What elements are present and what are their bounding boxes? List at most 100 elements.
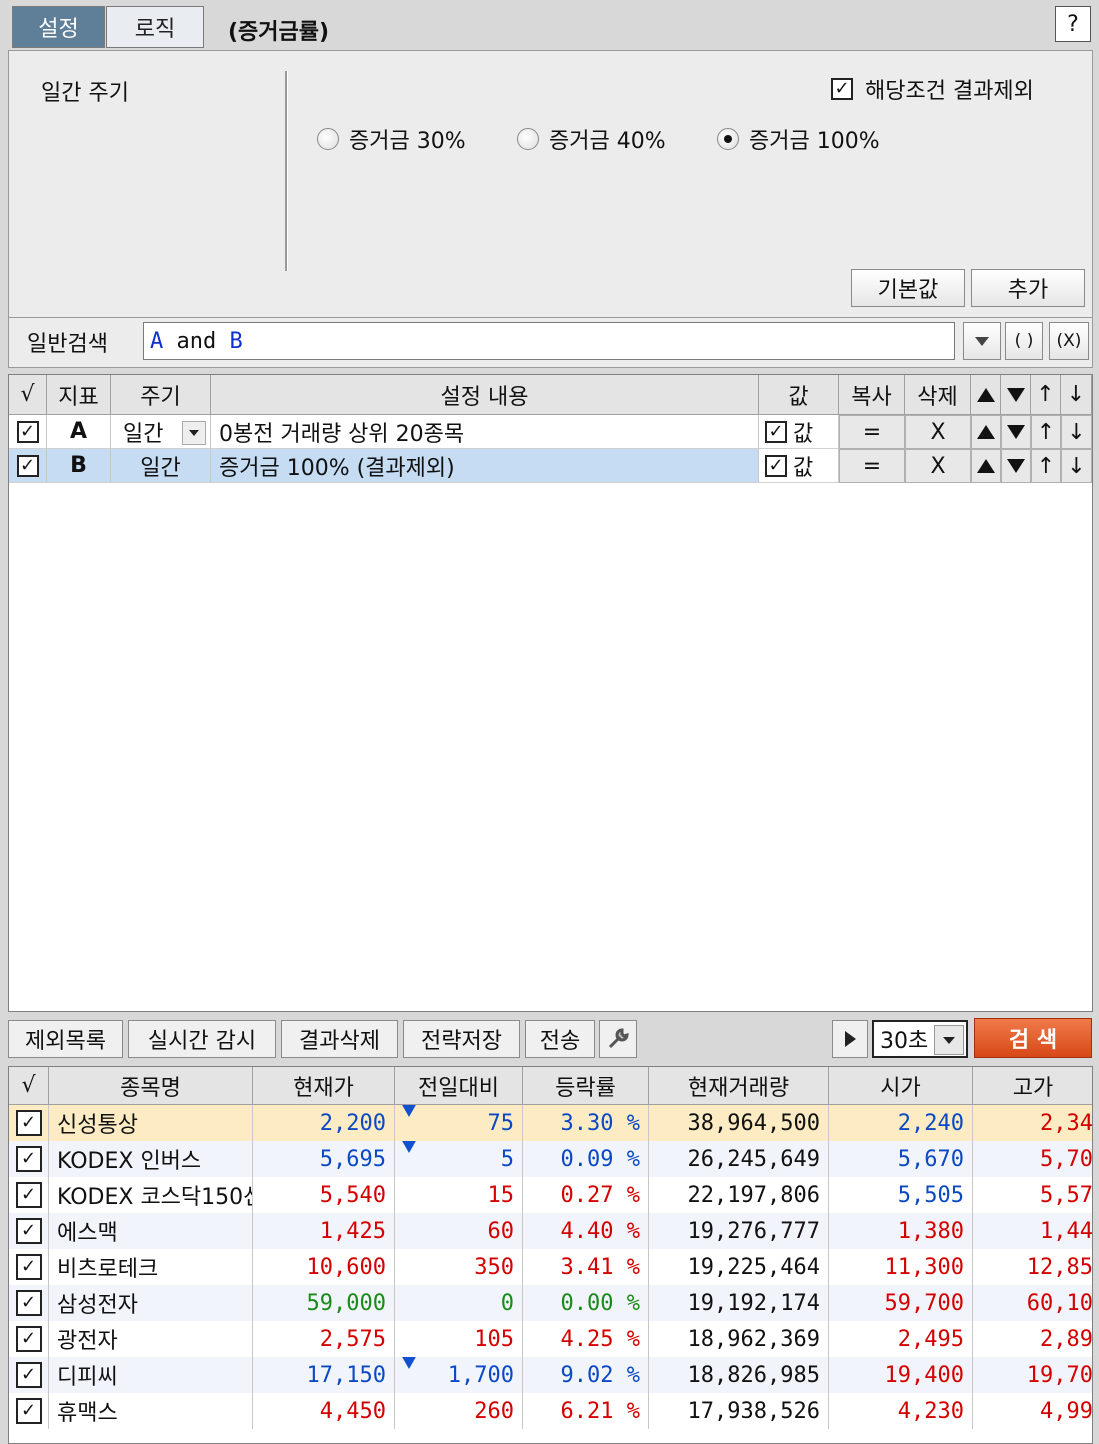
- col-check-header: √: [9, 1067, 49, 1105]
- col-high-header[interactable]: 고가: [973, 1067, 1092, 1105]
- tab-settings[interactable]: 설정: [12, 6, 105, 48]
- period-cell[interactable]: 일간: [111, 449, 211, 483]
- row-checkbox[interactable]: ✓: [9, 1285, 49, 1321]
- delete-button[interactable]: X: [905, 449, 971, 483]
- clear-paren-button[interactable]: (X): [1049, 322, 1089, 360]
- delete-results-button[interactable]: 결과삭제: [281, 1020, 398, 1058]
- change-rate: 0.00 %: [523, 1285, 649, 1321]
- condition-row[interactable]: ✓ A 일간 0봉전 거래량 상위 20종목 ✓ 값 = X ↑ ↓: [9, 415, 1092, 449]
- paren-button[interactable]: ( ): [1005, 322, 1043, 360]
- col-volume-header[interactable]: 현재거래량: [649, 1067, 829, 1105]
- checkbox-checked-icon: ✓: [831, 78, 853, 100]
- period-select[interactable]: 일간: [111, 415, 211, 449]
- delete-button[interactable]: X: [905, 415, 971, 449]
- result-row[interactable]: ✓ 신성통상 2,200 75 3.30 % 38,964,500 2,240 2,34: [9, 1105, 1092, 1141]
- move-top-button[interactable]: ↑: [1031, 449, 1061, 483]
- stock-name[interactable]: 디피씨: [49, 1357, 253, 1393]
- col-rate-header[interactable]: 등락률: [523, 1067, 649, 1105]
- change-value: 5: [500, 1147, 514, 1172]
- value-cell[interactable]: ✓ 값: [759, 449, 839, 483]
- change-rate: 4.25 %: [523, 1321, 649, 1357]
- high-price: 1,44: [973, 1213, 1092, 1249]
- move-up-button[interactable]: [971, 449, 1001, 483]
- save-strategy-button[interactable]: 전략저장: [403, 1020, 520, 1058]
- realtime-watch-button[interactable]: 실시간 감시: [128, 1020, 276, 1058]
- help-button[interactable]: ?: [1055, 6, 1091, 42]
- row-checkbox[interactable]: ✓: [9, 1177, 49, 1213]
- exclude-list-button[interactable]: 제외목록: [8, 1020, 123, 1058]
- row-checkbox[interactable]: ✓: [9, 1141, 49, 1177]
- col-change-header[interactable]: 전일대비: [395, 1067, 523, 1105]
- stock-name[interactable]: KODEX 인버스: [49, 1141, 253, 1177]
- high-price: 4,99: [973, 1393, 1092, 1429]
- result-row[interactable]: ✓ KODEX 코스닥150선 5,540 15 0.27 % 22,197,806 5,5…: [9, 1177, 1092, 1213]
- move-bottom-button[interactable]: ↓: [1061, 415, 1092, 449]
- col-name-header[interactable]: 종목명: [49, 1067, 253, 1105]
- volume: 19,225,464: [649, 1249, 829, 1285]
- stock-name[interactable]: 신성통상: [49, 1105, 253, 1141]
- move-bottom-button[interactable]: ↓: [1061, 449, 1092, 483]
- radio-margin-40[interactable]: 증거금 40%: [517, 123, 666, 155]
- stock-name[interactable]: 휴맥스: [49, 1393, 253, 1429]
- result-row[interactable]: ✓ 광전자 2,575 105 4.25 % 18,962,369 2,495 2,89: [9, 1321, 1092, 1357]
- change-cell: 350: [395, 1249, 523, 1285]
- interval-select[interactable]: 30초: [872, 1020, 968, 1058]
- change-rate: 3.41 %: [523, 1249, 649, 1285]
- result-row[interactable]: ✓ 비츠로테크 10,600 350 3.41 % 19,225,464 11,300 12,…: [9, 1249, 1092, 1285]
- row-checkbox[interactable]: ✓: [9, 1357, 49, 1393]
- row-check[interactable]: ✓: [9, 415, 47, 449]
- copy-button[interactable]: =: [839, 449, 905, 483]
- stock-name[interactable]: 삼성전자: [49, 1285, 253, 1321]
- search-button[interactable]: 검 색: [974, 1018, 1092, 1058]
- tab-logic[interactable]: 로직: [106, 6, 204, 48]
- copy-button[interactable]: =: [839, 415, 905, 449]
- send-button[interactable]: 전송: [525, 1020, 595, 1058]
- move-down-button[interactable]: [1001, 449, 1031, 483]
- chevron-down-icon[interactable]: [934, 1025, 964, 1055]
- radio-margin-30[interactable]: 증거금 30%: [317, 123, 466, 155]
- move-top-button[interactable]: ↑: [1031, 415, 1061, 449]
- col-check-header: √: [9, 375, 47, 415]
- value-cell[interactable]: ✓ 값: [759, 415, 839, 449]
- stock-name[interactable]: 비츠로테크: [49, 1249, 253, 1285]
- col-open-header[interactable]: 시가: [829, 1067, 973, 1105]
- change-rate: 0.09 %: [523, 1141, 649, 1177]
- checkbox-checked-icon: ✓: [15, 1290, 42, 1316]
- result-row[interactable]: ✓ 삼성전자 59,000 0 0.00 % 19,192,174 59,700 60,10: [9, 1285, 1092, 1321]
- change-value: 1,700: [447, 1363, 514, 1388]
- high-price: 2,34: [973, 1105, 1092, 1141]
- condition-row-selected[interactable]: ✓ B 일간 증거금 100% (결과제외) ✓ 값 = X ↑ ↓: [9, 449, 1092, 483]
- row-checkbox[interactable]: ✓: [9, 1393, 49, 1429]
- period-label: 일간 주기: [41, 81, 129, 106]
- row-checkbox[interactable]: ✓: [9, 1249, 49, 1285]
- move-down-button[interactable]: [1001, 415, 1031, 449]
- high-price: 19,70: [973, 1357, 1092, 1393]
- stock-name[interactable]: 에스맥: [49, 1213, 253, 1249]
- stock-name[interactable]: KODEX 코스닥150선: [49, 1177, 253, 1213]
- move-up-button[interactable]: [971, 415, 1001, 449]
- content-cell[interactable]: 증거금 100% (결과제외): [211, 449, 759, 483]
- stock-name[interactable]: 광전자: [49, 1321, 253, 1357]
- row-check[interactable]: ✓: [9, 449, 47, 483]
- arrow-up-icon: [401, 1225, 417, 1249]
- content-cell[interactable]: 0봉전 거래량 상위 20종목: [211, 415, 759, 449]
- wrench-button[interactable]: [599, 1020, 637, 1058]
- chevron-down-icon[interactable]: [182, 421, 206, 445]
- row-checkbox[interactable]: ✓: [9, 1105, 49, 1141]
- checkbox-checked-icon: ✓: [16, 454, 39, 477]
- play-button[interactable]: [832, 1020, 868, 1058]
- default-button[interactable]: 기본값: [851, 269, 965, 307]
- exclude-result-checkbox[interactable]: ✓ 해당조건 결과제외: [831, 73, 1034, 105]
- search-expression-input[interactable]: A and B: [143, 322, 955, 360]
- result-row[interactable]: ✓ KODEX 인버스 5,695 5 0.09 % 26,245,649 5,670 5,7…: [9, 1141, 1092, 1177]
- col-price-header[interactable]: 현재가: [253, 1067, 395, 1105]
- result-row[interactable]: ✓ 에스맥 1,425 60 4.40 % 19,276,777 1,380 1,44: [9, 1213, 1092, 1249]
- row-checkbox[interactable]: ✓: [9, 1213, 49, 1249]
- radio-margin-100[interactable]: 증거금 100%: [717, 123, 880, 155]
- dropdown-button[interactable]: [963, 322, 1001, 360]
- result-row[interactable]: ✓ 디피씨 17,150 1,700 9.02 % 18,826,985 19,400 19,…: [9, 1357, 1092, 1393]
- row-checkbox[interactable]: ✓: [9, 1321, 49, 1357]
- result-row[interactable]: ✓ 휴맥스 4,450 260 6.21 % 17,938,526 4,230 4,99: [9, 1393, 1092, 1429]
- volume: 22,197,806: [649, 1177, 829, 1213]
- add-button[interactable]: 추가: [971, 269, 1085, 307]
